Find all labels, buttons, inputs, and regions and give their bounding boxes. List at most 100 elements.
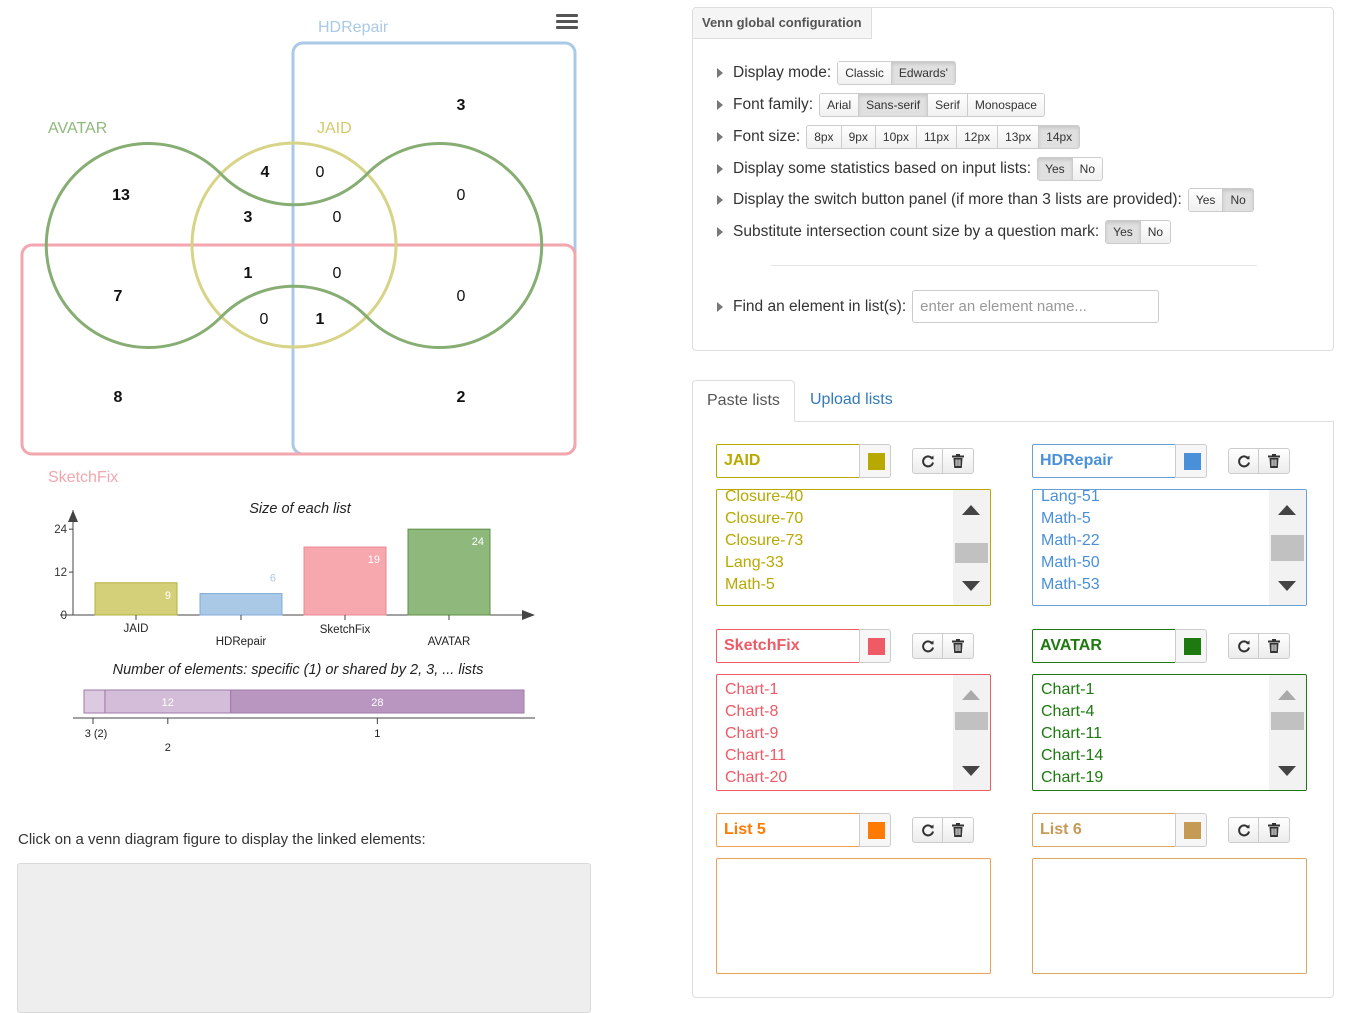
- venn-set-sketchfix[interactable]: [20, 243, 577, 456]
- color-picker-button[interactable]: [1175, 629, 1207, 663]
- venn-count[interactable]: 4: [261, 164, 270, 181]
- list-element: Chart-8: [725, 703, 779, 720]
- list-scrollbar[interactable]: [953, 675, 990, 790]
- refresh-button[interactable]: [1229, 634, 1259, 658]
- option-button[interactable]: Arial: [820, 94, 860, 116]
- font-family-buttons[interactable]: Arial Sans-serif Serif Monospace: [819, 93, 1045, 117]
- refresh-button[interactable]: [913, 634, 943, 658]
- list-name-input[interactable]: List 6: [1032, 813, 1176, 847]
- option-button[interactable]: No: [1140, 221, 1171, 243]
- delete-button[interactable]: [1259, 449, 1289, 473]
- venn-count[interactable]: 0: [316, 164, 325, 181]
- option-button[interactable]: 9px: [841, 126, 876, 148]
- option-button[interactable]: Yes: [1188, 189, 1224, 211]
- color-picker-button[interactable]: [859, 629, 891, 663]
- list-elements-textarea[interactable]: [716, 858, 991, 974]
- list-name-input[interactable]: HDRepair: [1032, 444, 1176, 478]
- option-button[interactable]: Edwards': [891, 62, 955, 84]
- list-scrollbar[interactable]: [1269, 675, 1306, 790]
- venn-diagram[interactable]: HDRepair AVATAR JAID SketchFix 3 13 4 0 …: [0, 0, 600, 500]
- delete-button[interactable]: [943, 634, 973, 658]
- scroll-thumb[interactable]: [955, 543, 988, 563]
- venn-count[interactable]: 0: [260, 311, 269, 328]
- list-name-input[interactable]: AVATAR: [1032, 629, 1176, 663]
- option-button[interactable]: 8px: [807, 126, 842, 148]
- refresh-button[interactable]: [913, 449, 943, 473]
- tab-paste-lists[interactable]: Paste lists: [692, 380, 795, 422]
- option-button[interactable]: Classic: [838, 62, 892, 84]
- venn-count[interactable]: 2: [457, 389, 466, 406]
- list-name-input[interactable]: List 5: [716, 813, 860, 847]
- statistics-buttons[interactable]: Yes No: [1037, 157, 1103, 181]
- scroll-up-arrow-icon[interactable]: [962, 690, 980, 700]
- option-button[interactable]: Yes: [1038, 158, 1073, 180]
- option-button[interactable]: 12px: [957, 126, 999, 148]
- list-elements-textarea[interactable]: Closure-40 Closure-70 Closure-73 Lang-33 Mat…: [716, 489, 991, 606]
- option-button[interactable]: Monospace: [967, 94, 1044, 116]
- venn-count[interactable]: 1: [244, 265, 253, 282]
- venn-config-panel: Venn global configuration Display mode: …: [692, 7, 1334, 351]
- trash-icon: [952, 639, 964, 653]
- venn-count[interactable]: 0: [333, 209, 342, 226]
- venn-count[interactable]: 0: [333, 265, 342, 282]
- scroll-up-arrow-icon[interactable]: [1278, 690, 1296, 700]
- list-element: Chart-14: [1041, 747, 1104, 764]
- delete-button[interactable]: [1259, 818, 1289, 842]
- option-button[interactable]: Yes: [1106, 221, 1141, 243]
- scroll-down-arrow-icon[interactable]: [1278, 581, 1296, 591]
- delete-button[interactable]: [943, 449, 973, 473]
- list-elements-textarea[interactable]: Lang-51 Math-5 Math-22 Math-50 Math-53: [1032, 489, 1307, 606]
- list-name-input[interactable]: SketchFix: [716, 629, 860, 663]
- option-button[interactable]: No: [1072, 158, 1102, 180]
- color-picker-button[interactable]: [859, 444, 891, 478]
- color-picker-button[interactable]: [859, 813, 891, 847]
- option-button[interactable]: 11px: [916, 126, 958, 148]
- option-button[interactable]: 13px: [998, 126, 1040, 148]
- color-picker-button[interactable]: [1175, 444, 1207, 478]
- list-elements-textarea[interactable]: Chart-1 Chart-4 Chart-11 Chart-14 Chart-19: [1032, 674, 1307, 791]
- list-name-input[interactable]: JAID: [716, 444, 860, 478]
- tab-upload-lists[interactable]: Upload lists: [796, 380, 907, 422]
- question-mark-buttons[interactable]: Yes No: [1105, 220, 1172, 244]
- venn-count[interactable]: 0: [457, 187, 466, 204]
- list-elements-textarea[interactable]: [1032, 858, 1307, 974]
- venn-count[interactable]: 13: [112, 187, 130, 204]
- option-button[interactable]: Sans-serif: [859, 94, 929, 116]
- scroll-thumb[interactable]: [1271, 535, 1304, 561]
- refresh-button[interactable]: [913, 818, 943, 842]
- hamburger-menu-icon[interactable]: [556, 14, 578, 32]
- scroll-thumb[interactable]: [955, 712, 988, 730]
- display-mode-buttons[interactable]: Classic Edwards': [837, 61, 956, 85]
- option-button[interactable]: 14px: [1039, 126, 1080, 148]
- switch-panel-buttons[interactable]: Yes No: [1187, 188, 1254, 212]
- find-element-input[interactable]: [912, 290, 1160, 323]
- list-elements-textarea[interactable]: Chart-1 Chart-8 Chart-9 Chart-11 Chart-20: [716, 674, 991, 791]
- option-button[interactable]: Serif: [928, 94, 968, 116]
- refresh-button[interactable]: [1229, 818, 1259, 842]
- delete-button[interactable]: [1259, 634, 1289, 658]
- scroll-down-arrow-icon[interactable]: [962, 581, 980, 591]
- font-size-buttons[interactable]: 8px 9px 10px 11px 12px 13px 14px: [806, 125, 1081, 149]
- venn-count[interactable]: 3: [457, 97, 466, 114]
- venn-count[interactable]: 1: [316, 311, 325, 328]
- delete-button[interactable]: [943, 818, 973, 842]
- scroll-down-arrow-icon[interactable]: [962, 766, 980, 776]
- x-axis-arrow-icon: [522, 610, 535, 620]
- option-button[interactable]: No: [1223, 189, 1253, 211]
- scroll-down-arrow-icon[interactable]: [1278, 766, 1296, 776]
- scroll-thumb[interactable]: [1271, 712, 1304, 730]
- switch-panel-label: Display the switch button panel (if more…: [733, 191, 1182, 208]
- linked-elements-box[interactable]: [17, 863, 591, 1013]
- venn-count[interactable]: 8: [114, 389, 123, 406]
- scroll-up-arrow-icon[interactable]: [1278, 505, 1296, 515]
- venn-count[interactable]: 7: [114, 288, 123, 305]
- venn-count[interactable]: 3: [244, 209, 253, 226]
- list-scrollbar[interactable]: [1269, 490, 1306, 605]
- color-picker-button[interactable]: [1175, 813, 1207, 847]
- venn-set-hdrepair[interactable]: [291, 41, 577, 456]
- option-button[interactable]: 10px: [875, 126, 917, 148]
- list-scrollbar[interactable]: [953, 490, 990, 605]
- refresh-button[interactable]: [1229, 449, 1259, 473]
- scroll-up-arrow-icon[interactable]: [962, 505, 980, 515]
- venn-count[interactable]: 0: [457, 288, 466, 305]
